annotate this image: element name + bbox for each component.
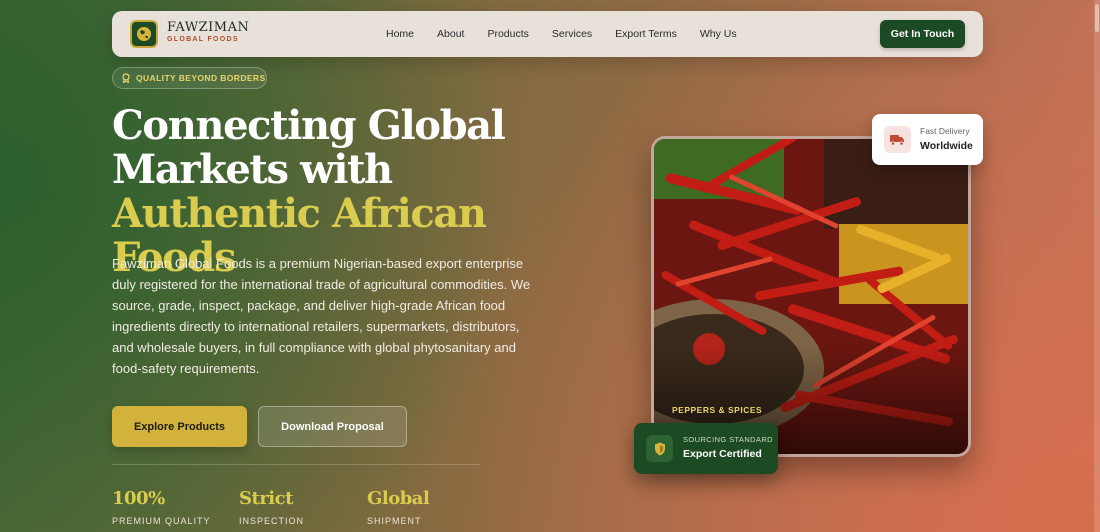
delivery-card: Fast Delivery Worldwide [872, 114, 983, 165]
nav-link-products[interactable]: Products [487, 28, 528, 40]
stat-value: 100% [112, 488, 165, 509]
brand-name: FAWZIMAN [167, 20, 250, 35]
truck-icon-wrap [884, 126, 911, 153]
shield-icon-wrap [646, 435, 673, 462]
nav-link-export-terms[interactable]: Export Terms [615, 28, 677, 40]
logo-mark[interactable] [130, 20, 158, 48]
award-icon [122, 73, 130, 83]
nav-link-about[interactable]: About [437, 28, 464, 40]
divider [112, 464, 480, 465]
cert-label: SOURCING STANDARD [683, 435, 773, 444]
peppers-photo: PEPPERS & SPICES [651, 136, 971, 457]
badge-text: QUALITY BEYOND BORDERS [136, 73, 266, 83]
cert-value: Export Certified [683, 448, 762, 460]
nav-link-why-us[interactable]: Why Us [700, 28, 737, 40]
nav-link-home[interactable]: Home [386, 28, 414, 40]
headline-text: Connecting Global Markets with [112, 102, 506, 193]
delivery-label: Fast Delivery [920, 126, 970, 136]
delivery-value: Worldwide [920, 140, 973, 152]
explore-products-button[interactable]: Explore Products [112, 406, 247, 447]
stat-quality: 100% PREMIUM QUALITY [112, 487, 211, 526]
hero-badge: QUALITY BEYOND BORDERS [112, 67, 267, 89]
stat-shipment: Global SHIPMENT [367, 487, 430, 526]
brand-tagline: GLOBAL FOODS [167, 36, 239, 43]
stat-label: INSPECTION [239, 516, 305, 526]
nav-links: Home About Products Services Export Term… [386, 11, 737, 57]
stat-label: PREMIUM QUALITY [112, 516, 211, 526]
get-in-touch-button[interactable]: Get In Touch [880, 20, 965, 48]
nav-link-services[interactable]: Services [552, 28, 592, 40]
stat-value: Strict [239, 488, 293, 509]
stat-inspection: Strict INSPECTION [239, 487, 304, 526]
shield-icon [654, 442, 665, 455]
logo[interactable]: FAWZIMAN GLOBAL FOODS [167, 20, 250, 44]
truck-icon [890, 134, 904, 146]
download-proposal-button[interactable]: Download Proposal [258, 406, 407, 447]
hero-description: Fawziman Global Foods is a premium Niger… [112, 256, 531, 376]
stat-label: SHIPMENT [367, 516, 422, 526]
globe-icon [137, 27, 151, 41]
certified-card: SOURCING STANDARD Export Certified [634, 423, 778, 474]
page-scrollbar[interactable] [1094, 0, 1100, 532]
top-navbar: FAWZIMAN GLOBAL FOODS Home About Product… [112, 11, 983, 57]
photo-caption: PEPPERS & SPICES [672, 405, 763, 415]
stat-value: Global [367, 488, 430, 509]
scrollbar-thumb[interactable] [1095, 4, 1099, 32]
